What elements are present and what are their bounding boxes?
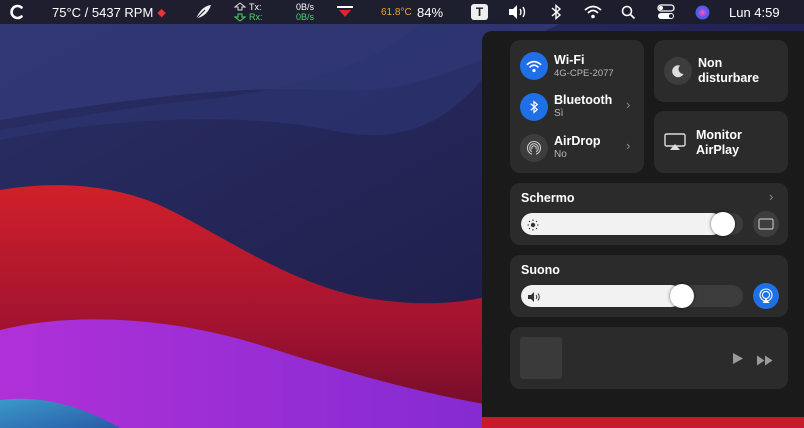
feather-icon[interactable] [193,0,213,24]
moon-icon [664,57,692,85]
sound-tile: Suono [510,255,788,317]
siri-icon[interactable] [695,0,710,24]
brightness-fill [521,213,723,235]
airdrop-chevron-icon[interactable]: › [626,138,630,153]
bluetooth-toggle[interactable]: Bluetooth Sì › [510,90,644,130]
control-center-panel: Wi-Fi 4G-CPE-2077 Bluetooth Sì › AirDrop… [482,31,804,417]
display-tile: Schermo › [510,183,788,245]
cpu-temp[interactable]: 61.8°C [381,0,412,24]
wifi-toggle[interactable]: Wi-Fi 4G-CPE-2077 [510,40,644,82]
monitor-icon [758,218,774,230]
dnd-title-line1: Non [698,56,723,70]
rx-label: Rx: [249,12,263,22]
airplay-audio-icon [759,288,773,303]
airdrop-toggle[interactable]: AirDrop No › [510,131,644,171]
sun-icon [527,218,539,235]
battery-percent[interactable]: 84% [417,0,443,24]
t-app-label: T [471,4,488,20]
fan-diamond-icon: ◆ [157,6,166,19]
airplay-monitor-tile[interactable]: Monitor AirPlay [654,111,788,173]
network-monitor[interactable]: Tx: Rx: [233,0,273,24]
search-icon[interactable] [621,0,636,24]
menu-bar: 75°C / 5437 RPM ◆ Tx: Rx: 0B/s 0B/s 61.8… [0,0,804,24]
wifi-icon[interactable] [584,0,602,24]
sound-title: Suono [521,263,560,277]
airdrop-icon [520,134,548,162]
network-arrows-icon [233,2,247,22]
display-settings-button[interactable] [753,211,779,237]
display-title: Schermo [521,191,575,205]
volume-fill [521,285,682,307]
now-playing-tile [510,327,788,389]
airplay-title-line2: AirPlay [696,143,740,157]
bluetooth-icon[interactable] [550,0,562,24]
airplay-display-icon [664,133,686,156]
download-arrow-icon[interactable] [336,0,354,24]
airplay-title-line1: Monitor [696,128,742,142]
temp-rpm-text: 75°C / 5437 RPM [52,4,154,20]
bluetooth-status: Sì [554,108,564,119]
album-artwork [520,337,562,379]
tx-rate: 0B/s [296,2,315,12]
fast-forward-icon[interactable] [756,353,774,371]
display-chevron-icon[interactable]: › [769,189,773,204]
airdrop-title: AirDrop [554,134,601,148]
brightness-knob[interactable] [711,212,735,236]
clock[interactable]: Lun 4:59 [729,0,780,24]
volume-knob[interactable] [670,284,694,308]
tx-label: Tx: [249,2,262,12]
connectivity-tile: Wi-Fi 4G-CPE-2077 Bluetooth Sì › AirDrop… [510,40,644,173]
t-app-icon[interactable]: T [471,0,488,24]
wifi-title: Wi-Fi [554,53,585,67]
play-icon[interactable] [732,352,744,370]
audio-output-button[interactable] [753,283,779,309]
bluetooth-chevron-icon[interactable]: › [626,97,630,112]
speaker-icon [527,290,541,307]
rx-rate: 0B/s [296,12,315,22]
wifi-icon [520,52,548,80]
bluetooth-icon [520,93,548,121]
volume-icon[interactable] [507,0,529,24]
airdrop-status: No [554,149,567,160]
temp-rpm-readout[interactable]: 75°C / 5437 RPM ◆ [52,0,166,24]
dnd-title-line2: disturbare [698,71,760,85]
do-not-disturb-tile[interactable]: Non disturbare [654,40,788,102]
bluetooth-title: Bluetooth [554,93,613,107]
network-rates[interactable]: 0B/s 0B/s [296,0,314,24]
volume-slider[interactable] [521,285,743,307]
brightness-slider[interactable] [521,213,743,235]
control-center-icon[interactable] [657,0,675,24]
app-logo-icon[interactable] [8,0,26,24]
wifi-network-name: 4G-CPE-2077 [554,68,614,79]
